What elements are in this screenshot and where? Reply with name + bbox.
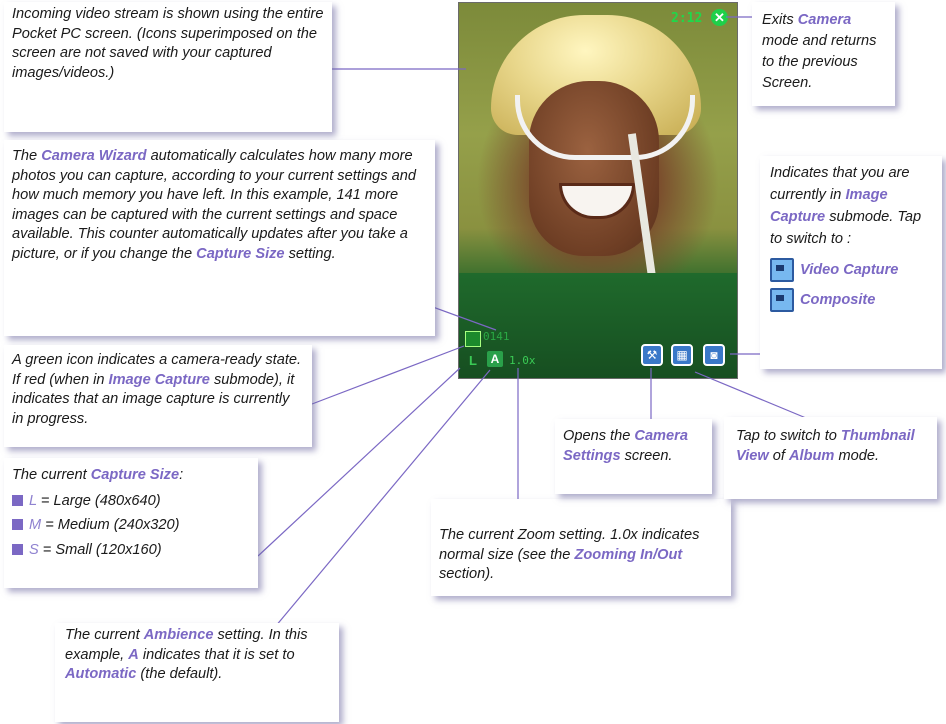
highlight-image-capture: Image Capture [108, 371, 210, 388]
text: (the default). [136, 666, 223, 682]
leader-thumb [694, 371, 807, 419]
callout-ambience: The current Ambience setting. In this ex… [55, 623, 339, 722]
composite-option: Composite [770, 288, 934, 312]
size-item-medium: M = Medium (240x320) [12, 516, 250, 536]
text: indicates that it is set to [138, 646, 295, 663]
highlight-camera: Camera [797, 12, 852, 28]
text: Tap to switch to [736, 428, 841, 444]
text: section). [439, 566, 495, 582]
size-letter: M [29, 517, 42, 533]
highlight-zooming: Zooming In/Out [574, 546, 683, 563]
text: setting. [284, 245, 336, 262]
text: The current [65, 627, 144, 643]
callout-submode: Indicates that you are currently in Imag… [760, 156, 942, 369]
highlight-a: A [128, 646, 139, 663]
text: mode. [834, 447, 880, 464]
size-item-small: S = Small (120x160) [12, 541, 250, 561]
callout-camera-ready: A green icon indicates a camera-ready st… [4, 345, 312, 447]
text: Exits [762, 12, 798, 28]
callout-exit-camera: Exits Camera mode and returns to the pre… [752, 2, 895, 106]
bullet-icon [12, 494, 23, 506]
bullet-icon [12, 519, 23, 530]
leader-green [311, 345, 465, 405]
label-composite: Composite [800, 291, 876, 308]
highlight-automatic: Automatic [65, 666, 137, 682]
callout-video-stream: Incoming video stream is shown using the… [4, 2, 332, 132]
composite-icon [770, 288, 794, 312]
highlight-capture-size: Capture Size [196, 245, 285, 262]
text: Opens the [563, 428, 635, 444]
bullet-icon [12, 543, 23, 555]
size-letter: S [29, 541, 39, 558]
text: of [768, 447, 789, 464]
text: : [179, 467, 184, 483]
video-capture-option: Video Capture [770, 258, 934, 282]
size-letter: L [29, 492, 37, 509]
text: mode and returns to the previous Screen. [762, 33, 877, 91]
callout-thumbnail-view: Tap to switch to Thumbnail View of Album… [724, 417, 937, 499]
text: Indicates that you are currently in [770, 165, 910, 203]
highlight-ambience: Ambience [143, 627, 214, 643]
highlight-album: Album [789, 447, 835, 464]
size-text: = Large (480x640) [36, 492, 161, 509]
callout-camera-settings: Opens the Camera Settings screen. [555, 419, 712, 494]
highlight-capture-size: Capture Size [90, 467, 180, 483]
label-video-capture: Video Capture [800, 261, 899, 278]
highlight-camera-wizard: Camera Wizard [41, 148, 147, 164]
video-camera-icon [770, 258, 794, 282]
size-text: = Small (120x160) [38, 541, 162, 558]
text: automatically calculates how many more p… [12, 148, 417, 262]
callout-zoom: The current Zoom setting. 1.0x indicates… [431, 499, 731, 596]
callout-capture-size: The current Capture Size: L = Large (480… [4, 458, 258, 588]
text: screen. [620, 447, 673, 464]
callout-camera-wizard: The Camera Wizard automatically calculat… [4, 140, 435, 336]
size-text: = Medium (240x320) [41, 517, 180, 533]
text: The [12, 148, 42, 164]
text: The current [12, 467, 91, 483]
callout-text: Incoming video stream is shown using the… [12, 6, 324, 81]
size-item-large: L = Large (480x640) [12, 492, 250, 512]
